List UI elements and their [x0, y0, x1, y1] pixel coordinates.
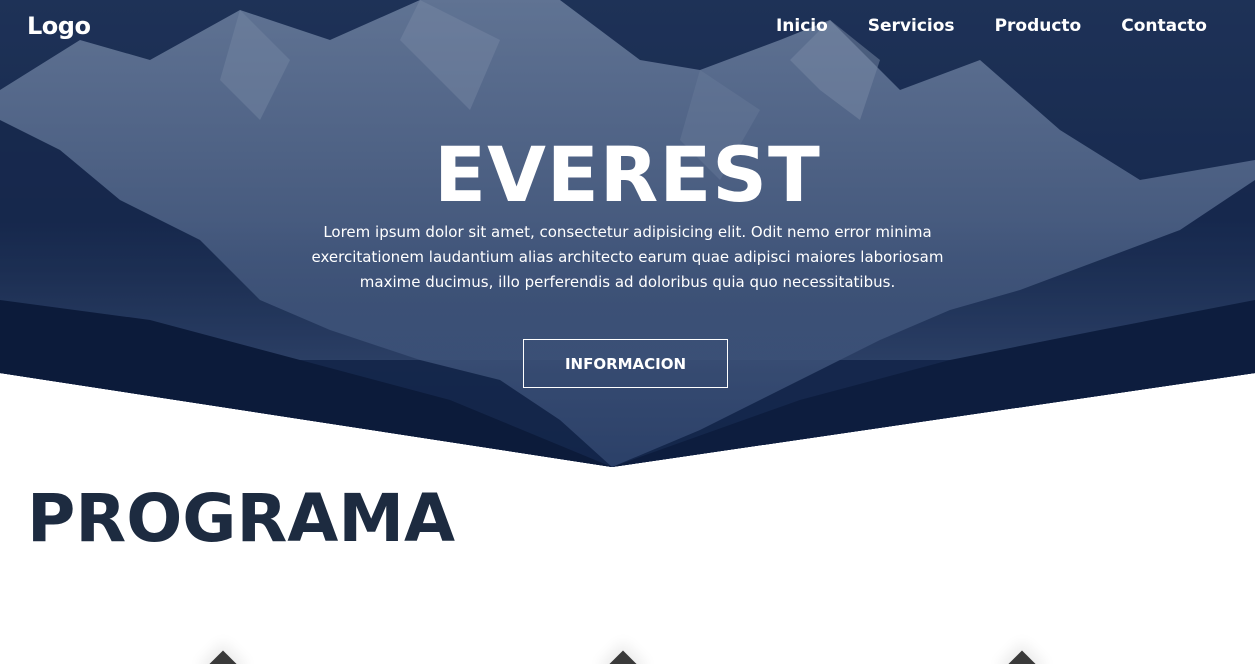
section-title-programa: PROGRAMA — [27, 480, 456, 557]
hero-title: EVEREST — [434, 129, 821, 219]
card-top-marker — [607, 650, 639, 664]
nav-item-producto[interactable]: Producto — [995, 16, 1082, 36]
nav-item-contacto[interactable]: Contacto — [1121, 16, 1207, 36]
card-top-marker — [1006, 650, 1038, 664]
nav-item-servicios[interactable]: Servicios — [868, 16, 955, 36]
card-top-marker — [207, 650, 239, 664]
hero-description: Lorem ipsum dolor sit amet, consectetur … — [311, 223, 944, 291]
main-nav: Inicio Servicios Producto Contacto — [776, 16, 1207, 36]
nav-item-inicio[interactable]: Inicio — [776, 16, 828, 36]
informacion-button[interactable]: INFORMACION — [523, 339, 728, 388]
page: Logo Inicio Servicios Producto Contacto … — [0, 0, 1255, 664]
logo[interactable]: Logo — [27, 12, 91, 40]
